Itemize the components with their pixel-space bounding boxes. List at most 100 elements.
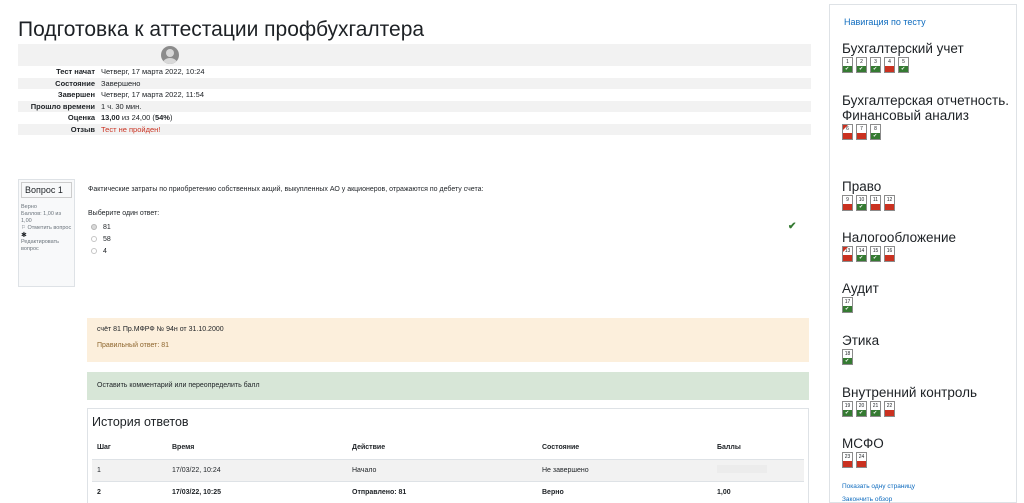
finish-review-link[interactable]: Закончить обзор <box>842 496 892 503</box>
question-nav-button[interactable]: 19 <box>842 401 853 417</box>
summary-row: Состояние Завершено <box>18 77 811 89</box>
table-cell: Верно <box>537 480 712 503</box>
incorrect-status-bar <box>843 204 852 210</box>
question-nav-button[interactable]: 14 <box>856 246 867 262</box>
nav-section: Бухгалтерская отчетность. Финансовый ана… <box>842 93 1012 140</box>
table-cell: 1 <box>92 458 167 481</box>
section-title: Бухгалтерский учет <box>842 41 964 56</box>
question-info-panel: Вопрос 1 Верно Баллов: 1,00 из 1,00 ⚐ От… <box>18 179 75 287</box>
question-nav-button[interactable]: 23 <box>842 452 853 468</box>
correct-status-bar <box>843 357 852 365</box>
question-nav-button[interactable]: 12 <box>884 195 895 211</box>
question-nav-number: 22 <box>886 403 893 409</box>
correct-status-bar <box>857 254 866 262</box>
question-nav-button[interactable]: 17 <box>842 297 853 313</box>
question-text: Фактические затраты по приобретению собс… <box>88 186 484 193</box>
question-points: Баллов: 1,00 из 1,00 <box>21 211 62 224</box>
question-nav-button[interactable]: 18 <box>842 349 853 365</box>
question-nav-button[interactable]: 24 <box>856 452 867 468</box>
table-cell: 17/03/22, 10:24 <box>167 458 347 481</box>
flag-marker-icon <box>843 125 848 130</box>
question-buttons: 9 10 11 12 <box>842 195 895 211</box>
correct-status-bar <box>843 65 852 73</box>
question-nav-button[interactable]: 20 <box>856 401 867 417</box>
answer-label: 4 <box>103 247 107 255</box>
question-nav-button[interactable]: 21 <box>870 401 881 417</box>
answer-label: 81 <box>103 223 111 231</box>
correct-status-bar <box>857 65 866 73</box>
question-nav-button[interactable]: 2 <box>856 57 867 73</box>
incorrect-status-bar <box>885 255 894 261</box>
question-nav-button[interactable]: 9 <box>842 195 853 211</box>
section-title: Право <box>842 179 882 194</box>
grade-end: ) <box>169 113 173 122</box>
summary-label: Завершен <box>18 89 98 101</box>
correct-status-bar <box>871 65 880 73</box>
general-feedback: счёт 81 Пр.МФРФ № 94н от 31.10.2000 <box>97 326 224 333</box>
question-nav-button[interactable]: 5 <box>898 57 909 73</box>
question-buttons: 18 <box>842 349 879 365</box>
response-history: История ответов Шаг Время Действие Состо… <box>87 408 809 503</box>
column-header: Шаг <box>97 444 111 452</box>
incorrect-status-bar <box>843 255 852 261</box>
answer-label: 58 <box>103 235 111 243</box>
question-nav-button[interactable]: 3 <box>870 57 881 73</box>
question-nav-button[interactable]: 7 <box>856 124 867 140</box>
question-nav-number: 12 <box>886 197 893 203</box>
right-answer: Правильный ответ: 81 <box>97 342 170 349</box>
edit-question-link[interactable]: Редактировать вопрос <box>21 239 72 253</box>
avatar-row <box>18 44 811 66</box>
question-nav-button[interactable]: 22 <box>884 401 895 417</box>
summary-row: Отзыв Тест не пройден! <box>18 123 811 135</box>
question-nav-button[interactable]: 8 <box>870 124 881 140</box>
table-row: 1 17/03/22, 10:24 Начало Не завершено <box>92 458 804 481</box>
correct-status-bar <box>871 409 880 417</box>
history-header-row: Шаг Время Действие Состояние Баллы <box>92 437 804 459</box>
table-cell: 17/03/22, 10:25 <box>167 480 347 503</box>
question-nav-button[interactable]: 15 <box>870 246 881 262</box>
avatar[interactable] <box>161 46 179 64</box>
attempt-summary-table: Тест начат Четверг, 17 марта 2022, 10:24… <box>18 44 811 135</box>
answer-option[interactable]: 58 <box>91 233 813 245</box>
question-nav-number: 11 <box>872 197 879 203</box>
question-nav-button[interactable]: 10 <box>856 195 867 211</box>
table-row: 2 17/03/22, 10:25 Отправлено: 81 Верно 1… <box>92 480 804 503</box>
radio-button[interactable] <box>91 236 97 242</box>
incorrect-status-bar <box>843 133 852 139</box>
feedback-box: счёт 81 Пр.МФРФ № 94н от 31.10.2000 Прав… <box>87 318 809 362</box>
flag-question-link[interactable]: ⚐ Отметить вопрос <box>21 225 72 232</box>
correct-status-bar <box>871 254 880 262</box>
summary-value: Завершено <box>98 77 811 89</box>
question-nav-button[interactable]: 4 <box>884 57 895 73</box>
obscured-cell <box>717 465 767 473</box>
comment-override-link[interactable]: Оставить комментарий или переопределить … <box>97 382 260 389</box>
section-title: Аудит <box>842 281 879 296</box>
correct-status-bar <box>843 305 852 313</box>
section-title: Налогообложение <box>842 230 956 245</box>
incorrect-status-bar <box>843 461 852 467</box>
summary-row: Тест начат Четверг, 17 марта 2022, 10:24 <box>18 66 811 78</box>
radio-button[interactable] <box>91 224 97 230</box>
question-nav-button[interactable]: 16 <box>884 246 895 262</box>
summary-value: 13,00 из 24,00 (54%) <box>98 112 811 124</box>
question-nav-button[interactable]: 13 <box>842 246 853 262</box>
nav-section: Внутренний контроль 192021 22 <box>842 385 977 417</box>
question-nav-button[interactable]: 1 <box>842 57 853 73</box>
radio-button[interactable] <box>91 248 97 254</box>
column-header: Состояние <box>542 444 580 452</box>
question-nav-button[interactable]: 6 <box>842 124 853 140</box>
summary-label: Состояние <box>18 77 98 89</box>
question-nav-number: 24 <box>858 454 865 460</box>
question-buttons: 131415 16 <box>842 246 956 262</box>
quiz-navigation-panel: Навигация по тесту Бухгалтерский учет 12… <box>829 4 1017 503</box>
question-buttons: 23 24 <box>842 452 884 468</box>
answer-option[interactable]: 4 <box>91 245 813 257</box>
summary-value: Четверг, 17 марта 2022, 10:24 <box>98 66 811 78</box>
show-one-page-link[interactable]: Показать одну страницу <box>842 483 915 490</box>
answer-option[interactable]: 81 <box>91 221 813 233</box>
summary-label: Оценка <box>18 112 98 124</box>
history-title: История ответов <box>92 415 189 429</box>
question-nav-button[interactable]: 11 <box>870 195 881 211</box>
column-header: Время <box>172 444 195 452</box>
summary-value: 1 ч. 30 мин. <box>98 100 811 112</box>
